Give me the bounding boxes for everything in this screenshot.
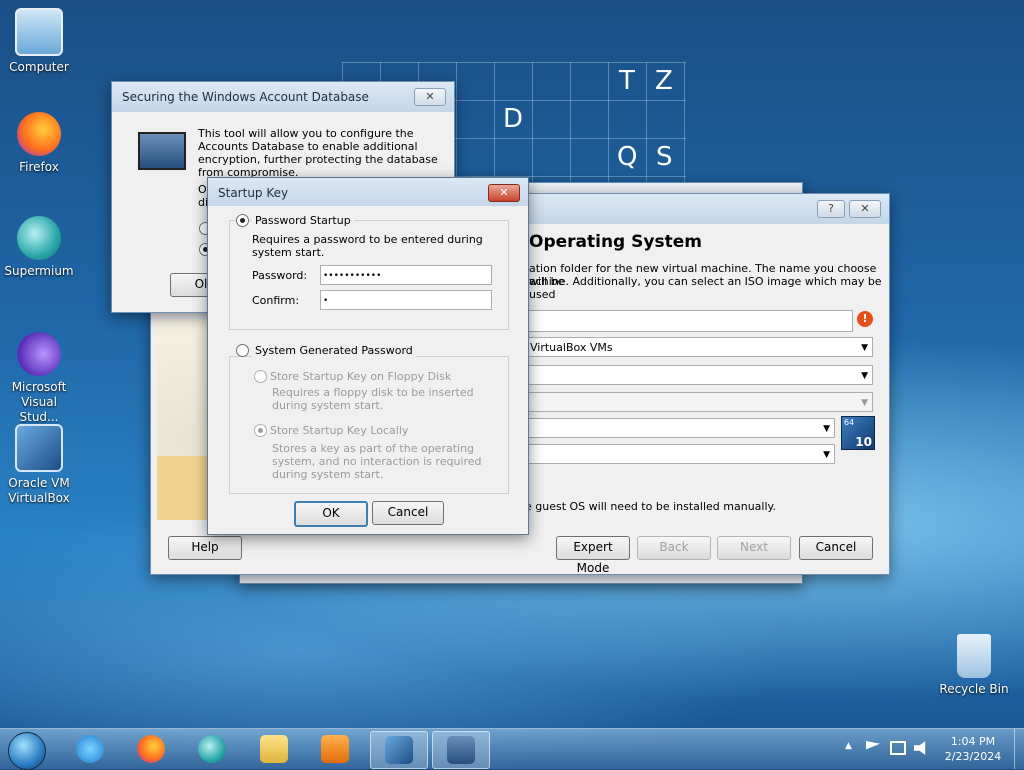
computer-key-icon <box>138 132 186 170</box>
back-button[interactable]: Back <box>637 536 711 560</box>
startup-key-title: Startup Key <box>218 186 289 200</box>
os-type-select[interactable]: ▼ <box>525 418 835 438</box>
desktop-icon-firefox[interactable]: Firefox <box>1 112 77 175</box>
close-button[interactable]: ✕ <box>414 88 446 106</box>
taskbar-virtualbox[interactable] <box>370 731 428 769</box>
confirm-label: Confirm: <box>252 294 300 307</box>
desktop-icon-label: Microsoft Visual Stud... <box>11 380 67 424</box>
help-button[interactable]: Help <box>168 536 242 560</box>
taskbar-internet-explorer[interactable] <box>62 731 118 767</box>
password-startup-radio[interactable] <box>236 214 249 227</box>
chevron-down-icon: ▼ <box>823 424 830 434</box>
wizard-note: e guest OS will need to be installed man… <box>525 500 776 513</box>
taskbar-firefox[interactable] <box>123 731 179 767</box>
desktop-icon-visual-studio[interactable]: Microsoft Visual Stud... <box>1 332 77 425</box>
action-center-flag-icon[interactable] <box>866 741 880 750</box>
help-title-button[interactable]: ? <box>817 200 845 218</box>
wizard-desc-line2: achine. Additionally, you can select an … <box>529 275 882 301</box>
floppy-label: Store Startup Key on Floppy Disk <box>270 370 452 383</box>
wizard-heading: Operating System <box>529 232 702 252</box>
iso-image-select[interactable]: ▼ <box>525 365 873 385</box>
clock-time: 1:04 PM <box>950 735 996 748</box>
cancel-button[interactable]: Cancel <box>372 501 444 525</box>
floppy-radio[interactable] <box>254 370 267 383</box>
close-button[interactable]: ✕ <box>849 200 881 218</box>
vm-folder-value: VirtualBox VMs <box>530 341 613 354</box>
locally-label: Store Startup Key Locally <box>270 424 409 437</box>
firefox-icon <box>137 735 165 763</box>
virtualbox-icon <box>15 424 63 472</box>
show-desktop-button[interactable] <box>1014 729 1024 769</box>
cancel-button[interactable]: Cancel <box>799 536 873 560</box>
wallpaper-letter: Q <box>617 142 638 172</box>
desktop-icon-label: Computer <box>9 60 69 74</box>
os-badge-64: 64 <box>844 418 855 427</box>
desktop-icon-label: Oracle VM VirtualBox <box>8 476 70 505</box>
password-label: Password: <box>252 269 308 282</box>
syskey-titlebar: Securing the Windows Account Database ✕ <box>112 82 454 112</box>
system-generated-radio[interactable] <box>236 344 249 357</box>
chevron-down-icon: ▼ <box>861 371 868 381</box>
edition-select[interactable]: ▼ <box>525 392 873 412</box>
taskbar-syskey[interactable] <box>432 731 490 769</box>
media-player-icon <box>321 735 349 763</box>
vm-folder-select[interactable]: VirtualBox VMs ▼ <box>525 337 873 357</box>
taskbar-media-player[interactable] <box>307 731 363 767</box>
wallpaper-letter: S <box>656 142 673 172</box>
desktop-icon-label: Recycle Bin <box>939 682 1009 696</box>
chevron-down-icon: ▼ <box>823 450 830 460</box>
clock[interactable]: 1:04 PM 2/23/2024 <box>940 734 1006 764</box>
wallpaper-letter: D <box>503 104 524 134</box>
computer-icon <box>15 8 63 56</box>
desktop-icon-label: Firefox <box>19 160 59 174</box>
visual-studio-icon <box>17 332 61 376</box>
chevron-down-icon: ▼ <box>861 398 868 408</box>
desktop-icon-recycle-bin[interactable]: Recycle Bin <box>936 634 1012 697</box>
wallpaper-letter: Z <box>655 66 673 96</box>
computer-key-icon <box>447 736 475 764</box>
locally-desc: Stores a key as part of the operating sy… <box>272 442 482 481</box>
password-input[interactable]: ••••••••••• <box>320 265 492 285</box>
ok-button[interactable]: OK <box>294 501 368 527</box>
expert-mode-button[interactable]: Expert Mode <box>556 536 630 575</box>
vm-name-input[interactable] <box>525 310 853 332</box>
taskbar-explorer[interactable] <box>246 731 302 767</box>
floppy-desc: Requires a floppy disk to be inserted du… <box>272 386 474 412</box>
chevron-down-icon: ▼ <box>861 343 868 353</box>
internet-explorer-icon <box>76 735 104 763</box>
password-startup-label: Password Startup <box>252 214 354 227</box>
os-version-select[interactable]: ▼ <box>525 444 835 464</box>
desktop-icon-label: Supermium <box>4 264 74 278</box>
start-button[interactable] <box>8 732 46 770</box>
syskey-title: Securing the Windows Account Database <box>122 90 369 104</box>
system-generated-label: System Generated Password <box>252 344 416 357</box>
close-button[interactable]: ✕ <box>488 184 520 202</box>
taskbar: ▲ 1:04 PM 2/23/2024 <box>0 728 1024 770</box>
tray-expand-icon[interactable]: ▲ <box>845 741 852 751</box>
password-startup-desc: Requires a password to be entered during… <box>252 233 483 259</box>
desktop-icon-supermium[interactable]: Supermium <box>1 216 77 279</box>
desktop-icon-computer[interactable]: Computer <box>1 8 77 75</box>
supermium-icon <box>17 216 61 260</box>
volume-muted-icon[interactable] <box>914 741 926 755</box>
supermium-icon <box>198 735 226 763</box>
os-windows10-icon: 64 10 <box>841 416 875 450</box>
os-badge-10: 10 <box>855 435 872 449</box>
folder-icon <box>260 735 288 763</box>
locally-radio[interactable] <box>254 424 267 437</box>
desktop-icon-virtualbox[interactable]: Oracle VM VirtualBox <box>1 424 77 506</box>
recycle-bin-icon <box>957 634 991 678</box>
taskbar-supermium[interactable] <box>184 731 240 767</box>
startup-key-dialog: Startup Key ✕ Password Startup Requires … <box>207 177 529 535</box>
next-button[interactable]: Next <box>717 536 791 560</box>
clock-date: 2/23/2024 <box>944 750 1002 763</box>
firefox-icon <box>17 112 61 156</box>
confirm-input[interactable]: • <box>320 290 492 310</box>
network-icon[interactable] <box>890 741 906 755</box>
startup-key-titlebar: Startup Key ✕ <box>208 178 528 206</box>
virtualbox-icon <box>385 736 413 764</box>
warning-icon: ! <box>857 311 873 327</box>
syskey-description: This tool will allow you to configure th… <box>198 127 438 179</box>
wallpaper-letter: T <box>619 66 635 96</box>
